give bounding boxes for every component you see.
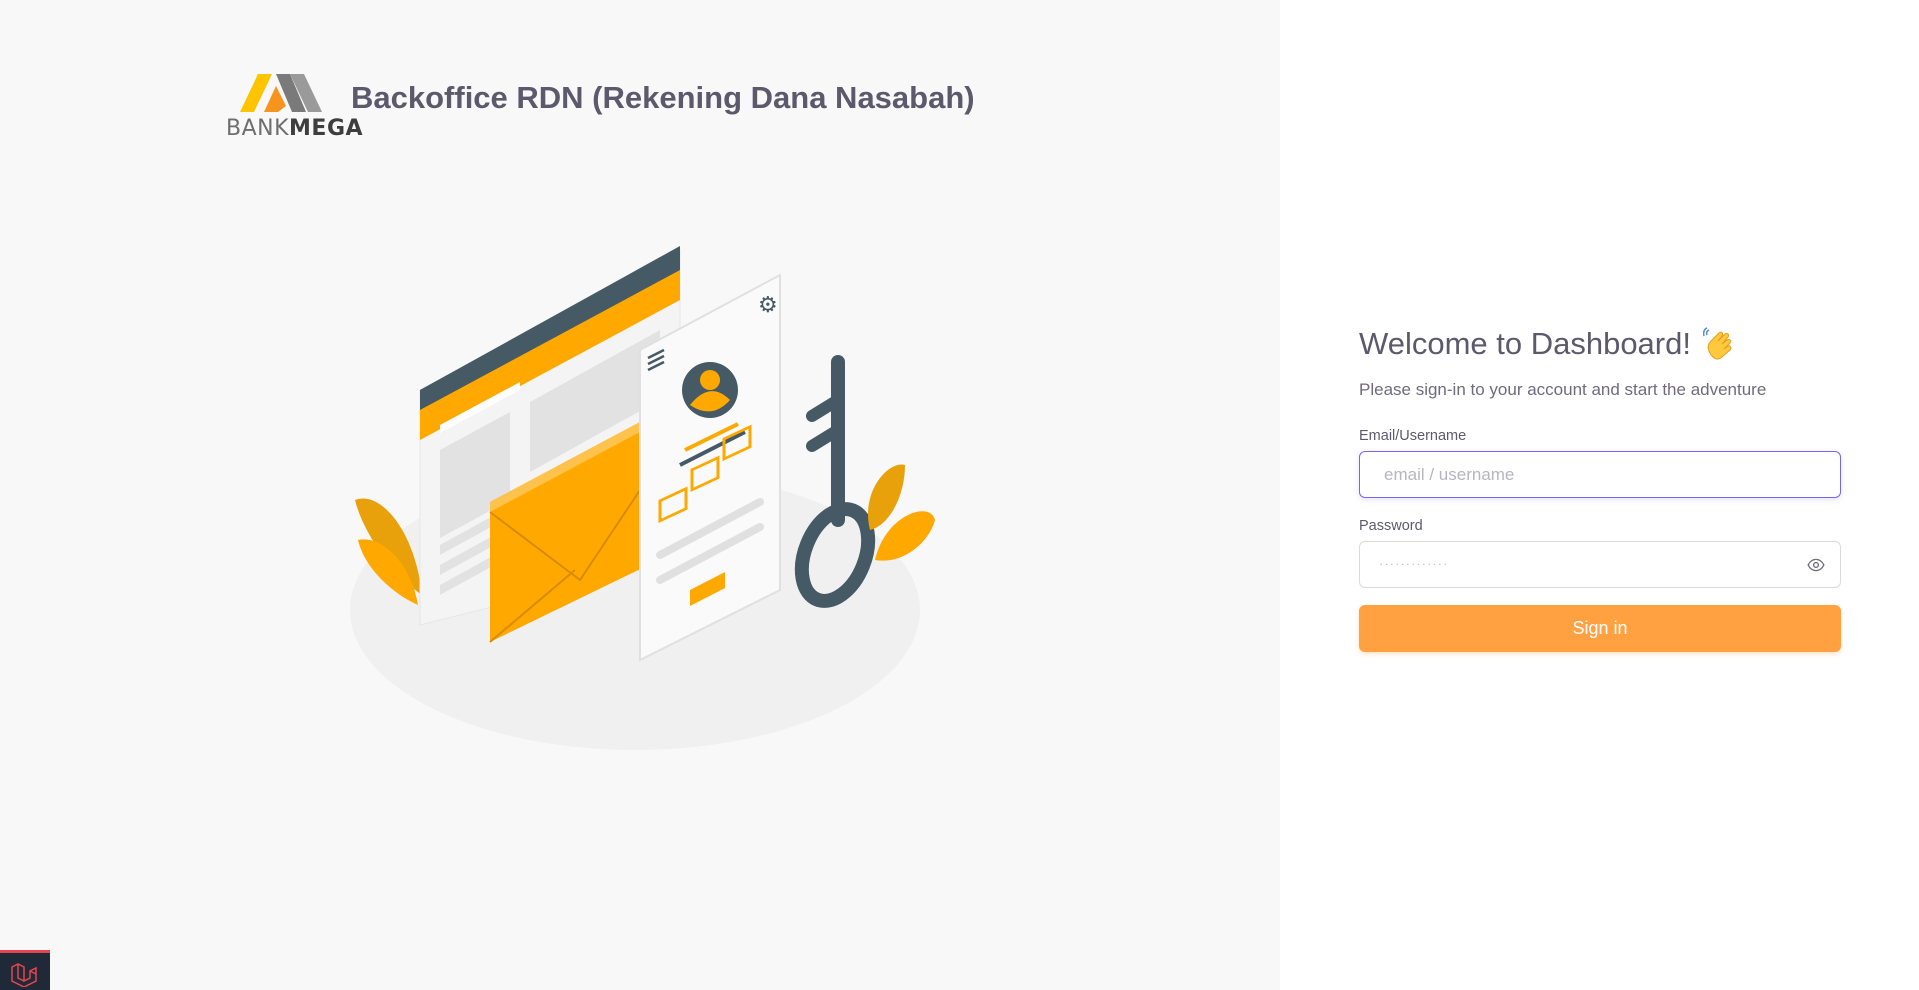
waving-hand-icon <box>1702 327 1737 361</box>
logo-word-light: BANK <box>226 116 290 141</box>
password-field-wrapper: ············· <box>1359 541 1841 588</box>
email-username-input[interactable] <box>1359 451 1841 498</box>
brand-header: BANKMEGA <box>226 72 363 141</box>
svg-text:⚙: ⚙ <box>758 293 778 318</box>
password-mask: ············· <box>1379 556 1449 571</box>
welcome-heading-text: Welcome to Dashboard! <box>1359 326 1691 361</box>
password-label: Password <box>1359 518 1423 534</box>
welcome-heading: Welcome to Dashboard! <box>1359 322 1841 366</box>
login-panel: Welcome to Dashboard! Please sign-in to … <box>1280 0 1919 990</box>
eye-icon[interactable] <box>1807 556 1825 574</box>
app-title: Backoffice RDN (Rekening Dana Nasabah) <box>351 80 975 115</box>
bank-mega-logo: BANKMEGA <box>226 72 363 141</box>
logo-wordmark: BANKMEGA <box>226 116 363 141</box>
logo-word-bold: MEGA <box>289 116 364 141</box>
email-label: Email/Username <box>1359 428 1467 444</box>
login-form: Welcome to Dashboard! Please sign-in to … <box>1359 322 1841 652</box>
login-subtitle: Please sign-in to your account and start… <box>1359 380 1767 399</box>
email-field-wrapper <box>1359 451 1841 498</box>
laravel-icon <box>11 963 37 987</box>
brand-panel: BANKMEGA Backoffice RDN (Rekening Dana N… <box>0 0 1280 990</box>
sign-in-button[interactable]: Sign in <box>1359 605 1841 652</box>
laravel-debugbar-toggle[interactable] <box>0 950 50 990</box>
login-page: BANKMEGA Backoffice RDN (Rekening Dana N… <box>0 0 1919 990</box>
login-illustration: ⚙ <box>340 240 940 760</box>
